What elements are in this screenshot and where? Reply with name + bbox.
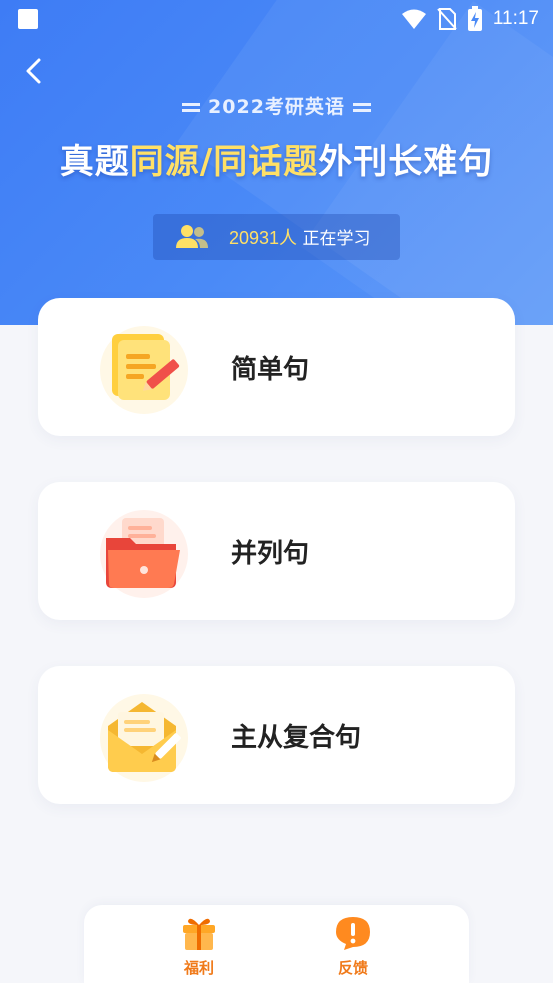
tab-welfare[interactable]: 福利: [169, 915, 229, 978]
decor-dash-right: [352, 103, 371, 112]
wifi-icon: [401, 9, 426, 29]
folder-icon: [100, 510, 188, 598]
title-part1: 真题: [59, 142, 130, 182]
category-label: 主从复合句: [231, 722, 362, 753]
scroll-pencil-icon: [100, 326, 188, 414]
learner-text: 20931人 正在学习: [229, 224, 370, 250]
subtitle-text: 2022考研英语: [208, 96, 345, 118]
notification-icon: [18, 9, 38, 29]
tab-label: 反馈: [337, 959, 368, 977]
no-sim-icon: [437, 8, 457, 30]
clock: 11:17: [492, 8, 539, 29]
title-highlight: 同源/同话题: [129, 142, 319, 182]
envelope-pen-icon: [100, 694, 188, 782]
tab-label: 福利: [183, 959, 214, 977]
decor-dash-left: [182, 103, 201, 112]
tab-feedback[interactable]: 反馈: [323, 915, 383, 978]
category-label: 简单句: [231, 354, 310, 385]
users-icon: [176, 225, 208, 248]
page-subtitle: 2022考研英语: [0, 92, 553, 119]
category-card-compound-sentence[interactable]: 并列句: [38, 482, 515, 620]
learner-suffix: 正在学习: [297, 229, 371, 249]
category-card-simple-sentence[interactable]: 简单句: [38, 298, 515, 436]
bottom-tab-bar: 福利 反馈: [84, 905, 469, 983]
back-arrow-icon[interactable]: [18, 54, 52, 88]
battery-charging-icon: [467, 6, 482, 31]
feedback-alert-icon: [336, 917, 370, 950]
category-label: 并列句: [231, 538, 310, 569]
category-card-complex-sentence[interactable]: 主从复合句: [38, 666, 515, 804]
learner-count-badge: 20931人 正在学习: [153, 214, 400, 260]
page-title: 真题同源/同话题外刊长难句: [0, 134, 553, 183]
title-part2: 外刊长难句: [318, 142, 494, 182]
status-bar: 11:17: [0, 0, 553, 38]
gift-icon: [183, 918, 215, 950]
learner-count: 20931人: [229, 228, 298, 248]
